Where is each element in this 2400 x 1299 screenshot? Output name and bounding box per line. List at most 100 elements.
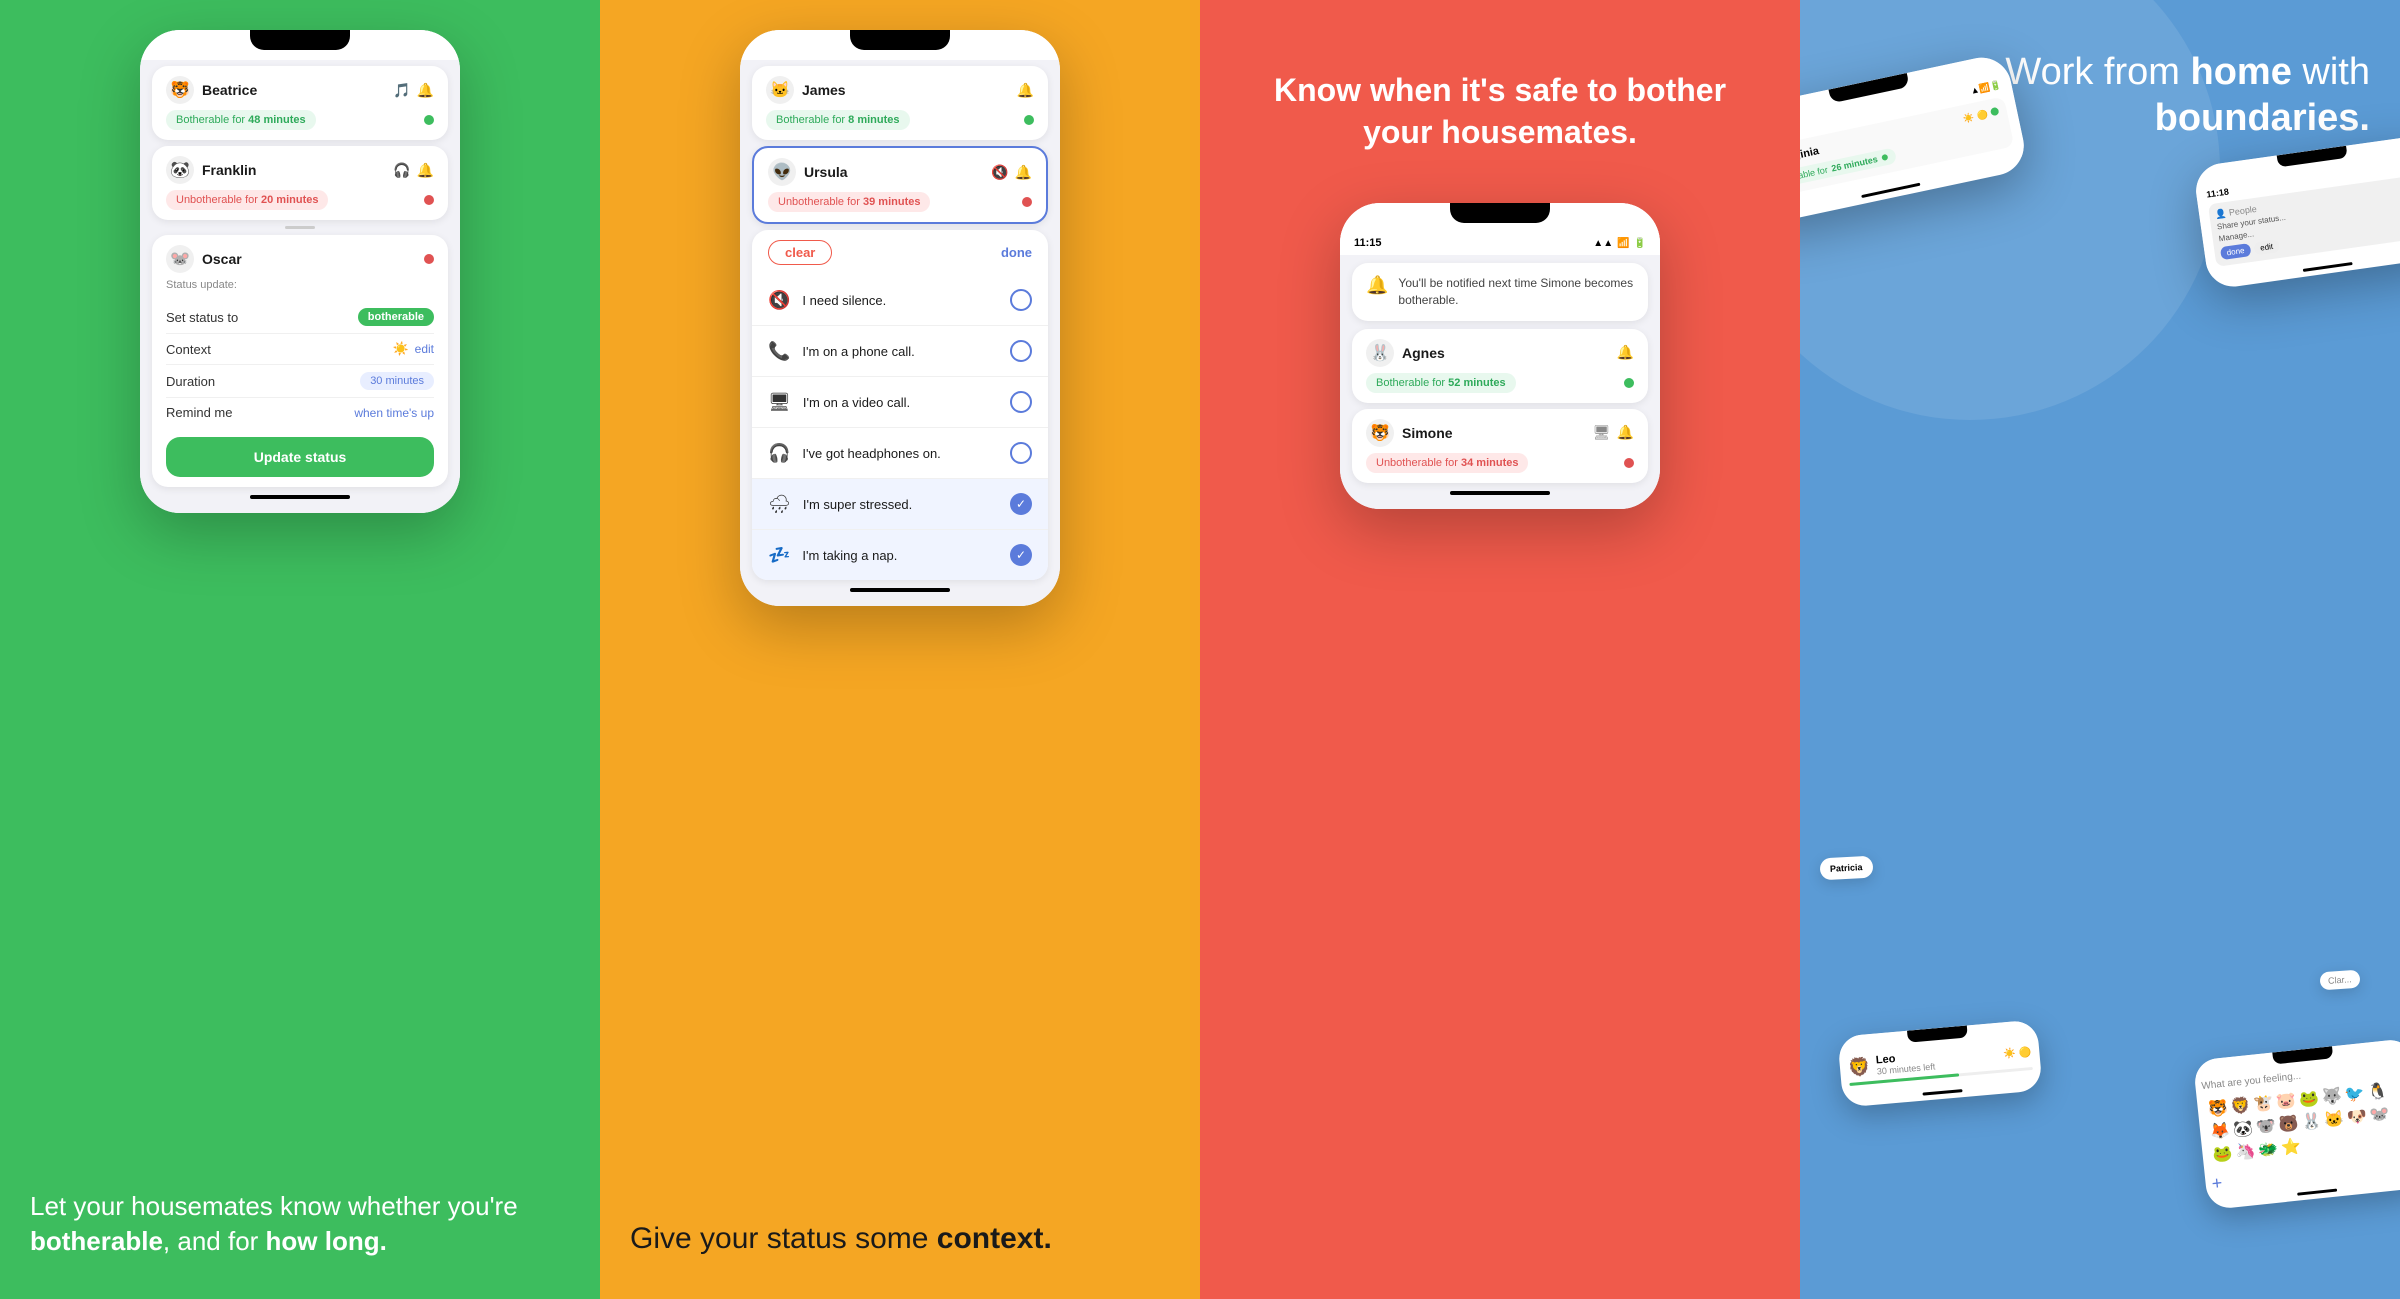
video-radio[interactable] (1010, 391, 1032, 413)
context-label: Context (166, 342, 211, 357)
james-status-badge: Botherable for 8 minutes (766, 110, 910, 130)
clar-card: Clar... (2320, 970, 2361, 991)
duration-label: Duration (166, 374, 215, 389)
contact-name-ursula: Ursula (804, 164, 848, 180)
headphones-radio[interactable] (1010, 442, 1032, 464)
contact-name-beatrice: Beatrice (202, 82, 257, 98)
contact-name-simone: Simone (1402, 425, 1453, 441)
contact-ursula[interactable]: 👽 Ursula 🔇 🔔 Unbotherable for 39 minutes (752, 146, 1048, 224)
form-label: Status update: (166, 279, 434, 291)
context-item-silence[interactable]: 🔇 I need silence. (752, 275, 1048, 326)
set-status-value: botherable (358, 308, 434, 326)
context-picker: clear done 🔇 I need silence. 📞 I'm on a … (752, 230, 1048, 580)
simone-status: Unbotherable for 34 minutes (1366, 453, 1528, 473)
silence-icon: 🔇 (768, 290, 790, 311)
context-item-headphones[interactable]: 🎧 I've got headphones on. (752, 428, 1048, 479)
contact-agnes[interactable]: 🐰 Agnes 🔔 Botherable for 52 minutes (1352, 329, 1648, 403)
caption-2: Give your status some context. (630, 1219, 1170, 1260)
ursula-status-badge: Unbotherable for 39 minutes (768, 192, 930, 212)
remind-value: when time's up (354, 406, 434, 420)
video-call-text: I'm on a video call. (803, 395, 910, 410)
clear-button[interactable]: clear (768, 240, 832, 265)
status-bar-3: 11:15 ▲▲ 📶 🔋 (1340, 233, 1660, 255)
contact-name-oscar: Oscar (202, 251, 242, 267)
panel-red: Know when it's safe to bother your house… (1200, 0, 1800, 1299)
context-item-nap[interactable]: 💤 I'm taking a nap. ✓ (752, 530, 1048, 580)
done-badge: done (2220, 243, 2251, 260)
panel-green: 🐯 Beatrice 🎵 🔔 Botherable for 48 minutes (0, 0, 600, 1299)
contact-name-agnes: Agnes (1402, 345, 1445, 361)
edit-badge: edit (2253, 239, 2279, 255)
avatar-simone: 🐯 (1366, 419, 1394, 447)
phone-radio[interactable] (1010, 340, 1032, 362)
form-row-status[interactable]: Set status to botherable (166, 301, 434, 334)
headphones-icon: 🎧 (768, 443, 790, 464)
phone-call-icon: 📞 (768, 341, 790, 362)
contact-icons-franklin: 🎧 🔔 (393, 162, 434, 179)
context-sun-icon: ☀️ (392, 341, 408, 357)
contact-icons-beatrice: 🎵 🔔 (393, 82, 434, 99)
nap-radio[interactable]: ✓ (1010, 544, 1032, 566)
nap-icon: 💤 (768, 545, 790, 566)
done-button[interactable]: done (1001, 245, 1032, 260)
status-badge-franklin: Unbotherable for 20 minutes (166, 190, 328, 210)
caption-1: Let your housemates know whether you're … (30, 1189, 570, 1259)
form-row-remind[interactable]: Remind me when time's up (166, 398, 434, 427)
context-edit-link[interactable]: edit (415, 342, 434, 356)
contact-franklin[interactable]: 🐼 Franklin 🎧 🔔 Unbotherable for 20 minut… (152, 146, 448, 220)
oscar-red-dot (424, 254, 434, 264)
phone-3: 11:15 ▲▲ 📶 🔋 🔔 You'll be notified next t… (1340, 203, 1660, 509)
notification-text: You'll be notified next time Simone beco… (1398, 275, 1634, 309)
avatar-oscar: 🐭 (166, 245, 194, 273)
remind-label: Remind me (166, 405, 232, 420)
silence-radio[interactable] (1010, 289, 1032, 311)
status-dot-franklin (424, 195, 434, 205)
nap-text: I'm taking a nap. (802, 548, 897, 563)
home-bar-3 (1450, 491, 1550, 495)
form-row-duration[interactable]: Duration 30 minutes (166, 365, 434, 398)
stressed-icon: 🌧 (768, 494, 791, 515)
agnes-status: Botherable for 52 minutes (1366, 373, 1516, 393)
context-item-stressed[interactable]: 🌧 I'm super stressed. ✓ (752, 479, 1048, 530)
status-dot-beatrice (424, 115, 434, 125)
avatar-james: 🐱 (766, 76, 794, 104)
context-item-phone[interactable]: 📞 I'm on a phone call. (752, 326, 1048, 377)
patricia-card: Patricia (1819, 856, 1873, 881)
contact-beatrice[interactable]: 🐯 Beatrice 🎵 🔔 Botherable for 48 minutes (152, 66, 448, 140)
set-status-label: Set status to (166, 310, 238, 325)
context-picker-header: clear done (752, 230, 1048, 275)
phone-2: 🐱 James 🔔 Botherable for 8 minutes 👽 (740, 30, 1060, 606)
avatar-ursula: 👽 (768, 158, 796, 186)
contact-name-franklin: Franklin (202, 162, 256, 178)
simone-dot (1624, 458, 1634, 468)
contact-simone[interactable]: 🐯 Simone 🖥 🔔 Unbotherable for 34 minutes (1352, 409, 1648, 483)
avatar-agnes: 🐰 (1366, 339, 1394, 367)
contact-icons-ursula: 🔇 🔔 (991, 164, 1032, 181)
panel-yellow: 🐱 James 🔔 Botherable for 8 minutes 👽 (600, 0, 1200, 1299)
form-row-context[interactable]: Context ☀️ edit (166, 334, 434, 365)
caption-3: Know when it's safe to bother your house… (1200, 30, 1800, 183)
avatar-beatrice: 🐯 (166, 76, 194, 104)
context-item-video[interactable]: 🖥 I'm on a video call. (752, 377, 1048, 428)
james-dot (1024, 115, 1034, 125)
angled-phone-2: 11:18🔋 👤 People Share your status... Man… (2193, 134, 2400, 290)
phone-1: 🐯 Beatrice 🎵 🔔 Botherable for 48 minutes (140, 30, 460, 513)
ursula-dot (1022, 197, 1032, 207)
contact-james[interactable]: 🐱 James 🔔 Botherable for 8 minutes (752, 66, 1048, 140)
status-badge-beatrice: Botherable for 48 minutes (166, 110, 316, 130)
scroll-indicator (285, 226, 315, 229)
oscar-section: 🐭 Oscar Status update: Set status to bot… (152, 235, 448, 487)
silence-text: I need silence. (802, 293, 886, 308)
virginia-name: Virginia (1800, 145, 1820, 165)
notification-box: 🔔 You'll be notified next time Simone be… (1352, 263, 1648, 321)
stressed-radio[interactable]: ✓ (1010, 493, 1032, 515)
home-bar-1 (250, 495, 350, 499)
home-bar-2 (850, 588, 950, 592)
video-call-icon: 🖥 (768, 392, 791, 413)
emoji-phone: What are you feeling... 🐯🦁🐮🐷 🐸🐺🐦🐧 🦊🐼🐨🐻 🐰… (2193, 1038, 2400, 1210)
avatar-franklin: 🐼 (166, 156, 194, 184)
update-status-button[interactable]: Update status (166, 437, 434, 477)
time-3: 11:15 (1354, 237, 1382, 249)
agnes-dot (1624, 378, 1634, 388)
bg-circle (1800, 0, 2220, 420)
